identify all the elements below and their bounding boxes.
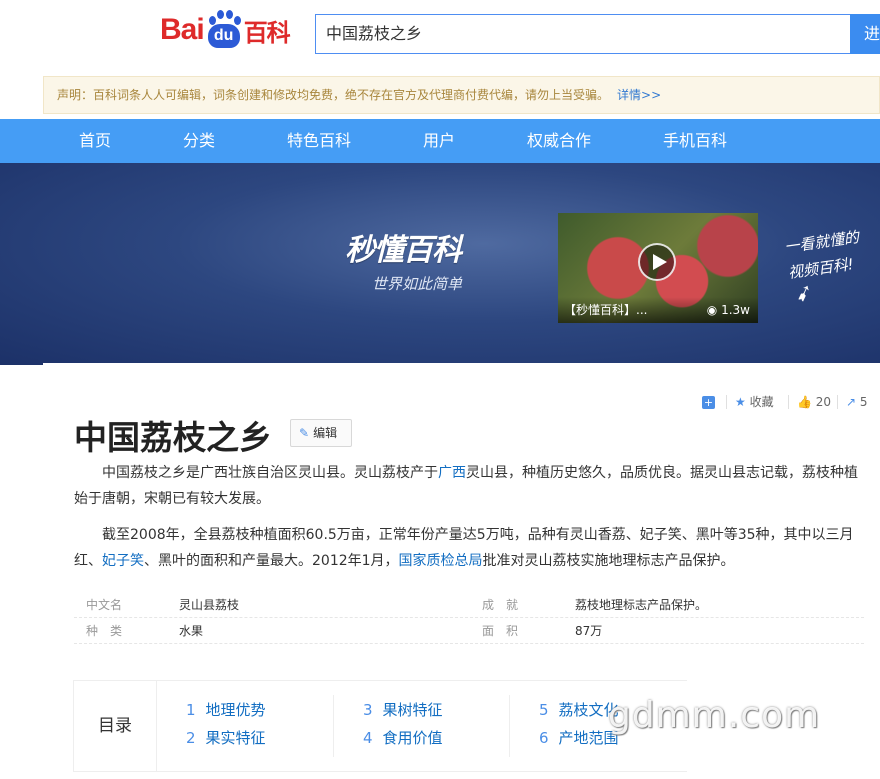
video-card[interactable]: 【秒懂百科】... ◉ 1.3w (558, 213, 758, 323)
toc-text: 食用价值 (382, 729, 443, 747)
text: 中国荔枝之乡是广西壮族自治区灵山县。灵山荔枝产于 (102, 465, 438, 481)
miaodong-logo: 秒懂百科 (345, 233, 462, 268)
nav-item-category[interactable]: 分类 (183, 119, 215, 163)
nav-item-user[interactable]: 用户 (423, 119, 455, 163)
notice-text: 声明：百科词条人人可编辑，词条创建和修改均免费，绝不存在官方及代理商付费代编，请… (57, 88, 610, 102)
nav-item-partner[interactable]: 权威合作 (527, 119, 591, 163)
divider (726, 395, 727, 409)
info-key: 成 就 (482, 598, 519, 612)
star-icon: ★ (735, 395, 746, 409)
divider (509, 695, 510, 757)
edit-label: 编辑 (313, 426, 338, 440)
info-value: 灵山县荔枝 (179, 598, 240, 612)
toc-text: 果树特征 (382, 701, 443, 719)
baidu-baike-logo[interactable]: Bai du 百科 (160, 6, 291, 54)
play-icon[interactable] (638, 243, 676, 281)
like-button[interactable]: 👍 20 (797, 393, 831, 411)
text: 批准对灵山荔枝实施地理标志产品保护。 (482, 553, 735, 569)
link-guangxi[interactable]: 广西 (438, 465, 466, 481)
info-row: 种 类 水果 面 积 87万 (74, 618, 864, 644)
pencil-icon: ✎ (299, 426, 310, 440)
plus-icon: + (702, 396, 715, 409)
divider (333, 695, 334, 757)
logo-bai: Bai (160, 13, 205, 46)
miaodong-slogan: 世界如此简单 (372, 275, 463, 293)
toc-item[interactable]: 2 果实特征 (186, 728, 266, 748)
toc-label: 目录 (74, 681, 157, 771)
paragraph-2: 截至2008年，全县荔枝种植面积60.5万亩，正常年份产量达5万吨，品种有灵山香… (74, 522, 859, 574)
notice-bar: 声明：百科词条人人可编辑，词条创建和修改均免费，绝不存在官方及代理商付费代编，请… (43, 76, 880, 114)
info-key: 种 类 (86, 624, 123, 638)
logo-baike: 百科 (243, 18, 291, 47)
divider (788, 395, 789, 409)
toc-item[interactable]: 5 荔枝文化 (539, 700, 619, 720)
watermark: gdmm.com (608, 695, 821, 736)
text: 、黑叶的面积和产量最大。2012年1月， (144, 553, 399, 569)
share-count: 5 (859, 395, 868, 409)
main-nav: 首页 分类 特色百科 用户 权威合作 手机百科 (0, 119, 880, 163)
search-input[interactable]: 中国荔枝之乡 (315, 14, 851, 54)
miaodong-banner[interactable]: 秒懂百科 世界如此简单 【秒懂百科】... ◉ 1.3w 一看就懂的 视频百科!… (0, 163, 880, 365)
like-count: 20 (815, 395, 832, 409)
video-views: ◉ 1.3w (707, 297, 750, 323)
toc-num: 2 (186, 729, 196, 747)
paragraph-1: 中国荔枝之乡是广西壮族自治区灵山县。灵山荔枝产于广西灵山县，种植历史悠久，品质优… (74, 460, 859, 512)
nav-item-mobile[interactable]: 手机百科 (663, 119, 727, 163)
curly-arrow-icon: ➹ (791, 278, 818, 309)
nav-item-featured[interactable]: 特色百科 (287, 119, 351, 163)
logo-du: du (207, 24, 240, 48)
toc-text: 果实特征 (205, 729, 266, 747)
page-title: 中国荔枝之乡 (74, 418, 272, 457)
toc-num: 4 (363, 729, 373, 747)
info-value: 87万 (575, 624, 603, 638)
link-feizixiao[interactable]: 妃子笑 (102, 553, 144, 569)
share-button[interactable]: ↗ 5 (846, 393, 868, 411)
info-key: 面 积 (482, 624, 519, 638)
info-row: 中文名 灵山县荔枝 成 就 荔枝地理标志产品保护。 (74, 592, 864, 618)
toc-num: 3 (363, 701, 373, 719)
toc-text: 地理优势 (205, 701, 266, 719)
share-icon: ↗ (846, 395, 857, 409)
thumbs-up-icon: 👍 (797, 395, 812, 409)
search-button[interactable]: 进 (850, 14, 880, 54)
article-actions: + ★ 收藏 👍 20 ↗ 5 (680, 393, 880, 411)
collect-button[interactable]: ★ 收藏 (735, 393, 774, 411)
paw-icon: du (205, 10, 243, 50)
toc-item[interactable]: 1 地理优势 (186, 700, 266, 720)
info-key: 中文名 (86, 598, 123, 612)
add-button[interactable]: + (702, 393, 715, 411)
notice-detail-link[interactable]: 详情>> (617, 88, 661, 102)
basic-info-table: 中文名 灵山县荔枝 成 就 荔枝地理标志产品保护。 种 类 水果 面 积 87万 (74, 592, 864, 644)
toc-num: 5 (539, 701, 549, 719)
info-value: 荔枝地理标志产品保护。 (575, 598, 708, 612)
divider (837, 395, 838, 409)
eye-icon: ◉ (706, 303, 722, 317)
table-of-contents: 目录 1 地理优势 2 果实特征 3 果树特征 4 食用价值 5 荔枝文化 6 产地范围 (73, 680, 687, 772)
header: Bai du 百科 中国荔枝之乡 进 (0, 0, 880, 72)
nav-item-home[interactable]: 首页 (79, 119, 111, 163)
toc-item[interactable]: 4 食用价值 (363, 728, 443, 748)
edit-button[interactable]: ✎ 编辑 (290, 419, 352, 447)
info-value: 水果 (179, 624, 204, 638)
toc-item[interactable]: 3 果树特征 (363, 700, 443, 720)
video-views-count: 1.3w (721, 303, 750, 317)
handwritten-note: 一看就懂的 视频百科! (783, 224, 865, 286)
toc-item[interactable]: 6 产地范围 (539, 728, 619, 748)
collect-label: 收藏 (749, 395, 774, 409)
toc-num: 1 (186, 701, 196, 719)
toc-num: 6 (539, 729, 549, 747)
link-aqsiq[interactable]: 国家质检总局 (399, 553, 483, 569)
